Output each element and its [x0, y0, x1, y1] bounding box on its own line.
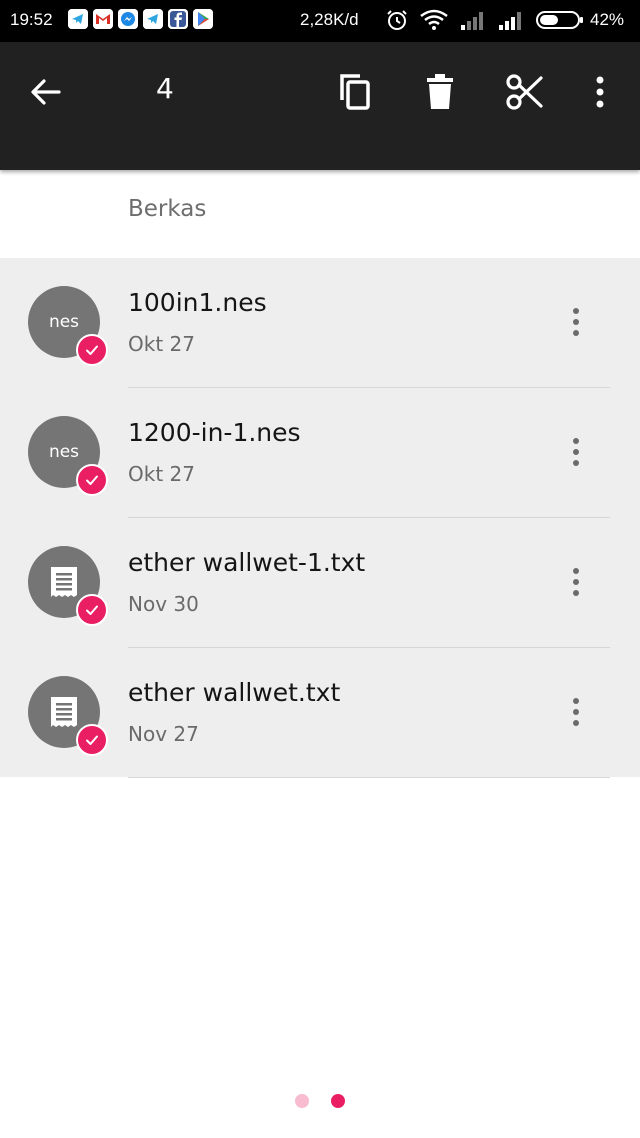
cut-icon — [506, 74, 543, 110]
selected-check-icon — [76, 464, 108, 496]
messenger-icon — [118, 9, 138, 29]
divider-inset — [0, 777, 128, 778]
selected-check-icon — [76, 334, 108, 366]
selected-count: 4 — [156, 72, 174, 105]
file-menu-button[interactable] — [556, 688, 596, 736]
back-button[interactable] — [20, 66, 72, 118]
delete-icon — [427, 74, 453, 109]
file-date: Okt 27 — [128, 462, 195, 486]
file-type-label: nes — [48, 312, 80, 332]
wifi-icon — [419, 8, 449, 37]
file-menu-button[interactable] — [556, 428, 596, 476]
file-list: nes 100in1.nes Okt 27 nes 1200-in-1.nes … — [0, 258, 640, 778]
file-name: 1200-in-1.nes — [128, 418, 301, 447]
file-date: Nov 27 — [128, 722, 199, 746]
more-vert-icon — [573, 568, 579, 596]
more-options-button[interactable] — [574, 66, 626, 118]
delete-button[interactable] — [414, 66, 466, 118]
gmail-icon — [93, 9, 113, 29]
page-dot-active[interactable] — [331, 1094, 345, 1108]
file-name: ether wallwet-1.txt — [128, 548, 366, 577]
copy-icon — [340, 74, 370, 110]
selection-toolbar: 4 — [0, 42, 640, 170]
page-indicator — [0, 1094, 640, 1108]
signal-icon — [459, 9, 487, 36]
divider-inset — [610, 777, 640, 778]
file-date: Okt 27 — [128, 332, 195, 356]
file-type-label: nes — [48, 442, 80, 462]
file-row[interactable]: nes 1200-in-1.nes Okt 27 — [0, 388, 640, 518]
cut-button[interactable] — [499, 66, 551, 118]
telegram-icon — [143, 9, 163, 29]
file-name: 100in1.nes — [128, 288, 267, 317]
more-vert-icon — [573, 698, 579, 726]
file-row[interactable]: ether wallwet.txt Nov 27 — [0, 648, 640, 778]
file-menu-button[interactable] — [556, 298, 596, 346]
status-time: 19:52 — [10, 10, 53, 29]
selected-check-icon — [76, 594, 108, 626]
section-header: Berkas — [128, 196, 207, 222]
file-date: Nov 30 — [128, 592, 199, 616]
file-row[interactable]: ether wallwet-1.txt Nov 30 — [0, 518, 640, 648]
battery-icon — [535, 9, 585, 36]
battery-percent: 42% — [590, 10, 625, 29]
text-file-icon — [51, 697, 77, 727]
status-bar: 19:52 2,28K/d 42% — [0, 0, 640, 42]
telegram-icon — [68, 9, 88, 29]
selected-check-icon — [76, 724, 108, 756]
more-vert-icon — [573, 308, 579, 336]
page-dot[interactable] — [295, 1094, 309, 1108]
copy-button[interactable] — [328, 66, 380, 118]
file-name: ether wallwet.txt — [128, 678, 341, 707]
alarm-icon — [385, 8, 409, 37]
play-store-icon — [193, 9, 213, 29]
file-row[interactable]: nes 100in1.nes Okt 27 — [0, 258, 640, 388]
signal-icon — [497, 9, 525, 36]
more-vert-icon — [596, 76, 604, 108]
file-menu-button[interactable] — [556, 558, 596, 606]
facebook-icon — [168, 9, 188, 29]
back-arrow-icon — [31, 79, 61, 105]
network-speed: 2,28K/d — [300, 10, 359, 29]
status-icons — [385, 8, 585, 37]
more-vert-icon — [573, 438, 579, 466]
notification-icons — [68, 9, 213, 29]
text-file-icon — [51, 567, 77, 597]
